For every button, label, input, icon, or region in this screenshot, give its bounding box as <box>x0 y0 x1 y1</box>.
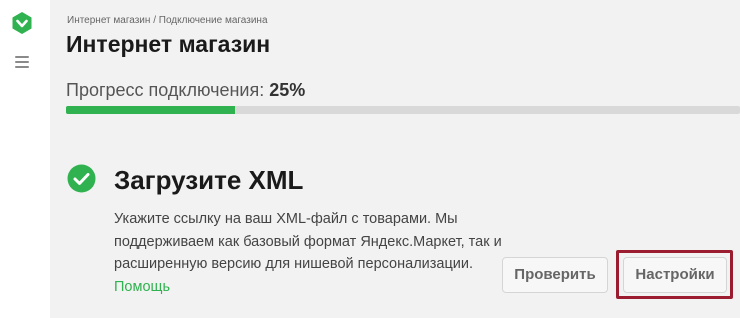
step-description-text: Укажите ссылку на ваш XML-файл с товарам… <box>114 211 502 272</box>
settings-button[interactable]: Настройки <box>623 257 727 293</box>
help-link[interactable]: Помощь <box>114 279 170 295</box>
check-button[interactable]: Проверить <box>502 257 608 293</box>
check-circle-icon <box>67 164 96 193</box>
hamburger-menu-icon[interactable] <box>15 56 29 68</box>
progress-value: 25% <box>269 80 306 100</box>
progress-bar <box>66 106 740 114</box>
progress-label-text: Прогресс подключения: <box>66 80 270 100</box>
step-description: Укажите ссылку на ваш XML-файл с товарам… <box>114 208 514 298</box>
step-title: Загрузите XML <box>114 165 304 195</box>
step-card: Загрузите XML Укажите ссылку на ваш XML-… <box>50 148 740 318</box>
sidebar <box>0 0 50 318</box>
page-title: Интернет магазин <box>66 31 271 57</box>
progress-label: Прогресс подключения: 25% <box>66 80 305 101</box>
breadcrumb: Интернет магазин / Подключение магазина <box>67 15 268 26</box>
brand-shield-icon[interactable] <box>11 11 33 35</box>
main-content: Интернет магазин / Подключение магазина … <box>50 0 740 318</box>
progress-bar-fill <box>66 106 235 114</box>
